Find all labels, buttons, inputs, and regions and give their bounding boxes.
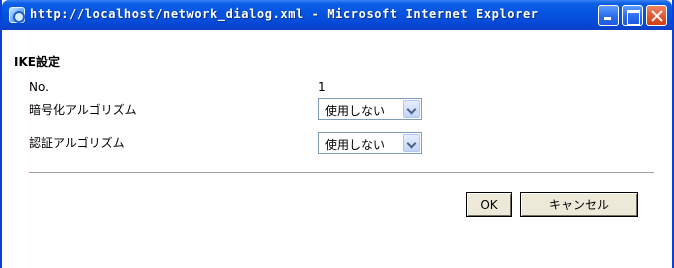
minimize-icon[interactable] bbox=[598, 5, 619, 26]
no-label: No. bbox=[29, 80, 49, 94]
authentication-algorithm-label: 認証アルゴリズム bbox=[29, 136, 125, 150]
ie-page-icon bbox=[9, 7, 25, 23]
dialog-content: IKE設定 No. 1 暗号化アルゴリズム 使用しない 認証アルゴリズム 使用し… bbox=[4, 30, 670, 268]
browser-window: http://localhost/network_dialog.xml - Mi… bbox=[0, 0, 674, 268]
title-bar[interactable]: http://localhost/network_dialog.xml - Mi… bbox=[2, 0, 672, 30]
divider bbox=[29, 172, 654, 174]
section-title: IKE設定 bbox=[14, 55, 60, 69]
no-value: 1 bbox=[318, 80, 326, 94]
chevron-down-icon[interactable] bbox=[403, 134, 420, 152]
encryption-algorithm-select[interactable]: 使用しない bbox=[318, 98, 422, 120]
close-icon[interactable] bbox=[646, 5, 667, 26]
window-title: http://localhost/network_dialog.xml - Mi… bbox=[30, 7, 539, 21]
authentication-algorithm-selected-value: 使用しない bbox=[325, 138, 386, 152]
encryption-algorithm-selected-value: 使用しない bbox=[325, 104, 386, 118]
authentication-algorithm-select[interactable]: 使用しない bbox=[318, 132, 422, 154]
encryption-algorithm-label: 暗号化アルゴリズム bbox=[29, 103, 137, 117]
cancel-button[interactable]: キャンセル bbox=[520, 192, 638, 217]
chevron-down-icon[interactable] bbox=[403, 100, 420, 118]
maximize-icon[interactable] bbox=[622, 5, 643, 26]
ok-button[interactable]: OK bbox=[466, 192, 512, 217]
